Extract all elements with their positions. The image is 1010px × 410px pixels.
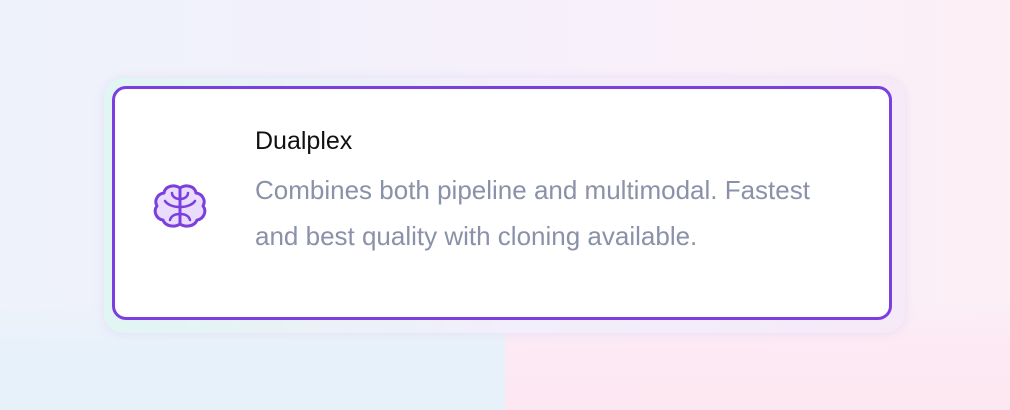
- option-description: Combines both pipeline and multimodal. F…: [255, 175, 810, 251]
- option-title: Dualplex: [255, 127, 353, 155]
- brain-icon: [153, 184, 207, 228]
- dualplex-option-card[interactable]: Dualplex Combines both pipeline and mult…: [112, 86, 892, 320]
